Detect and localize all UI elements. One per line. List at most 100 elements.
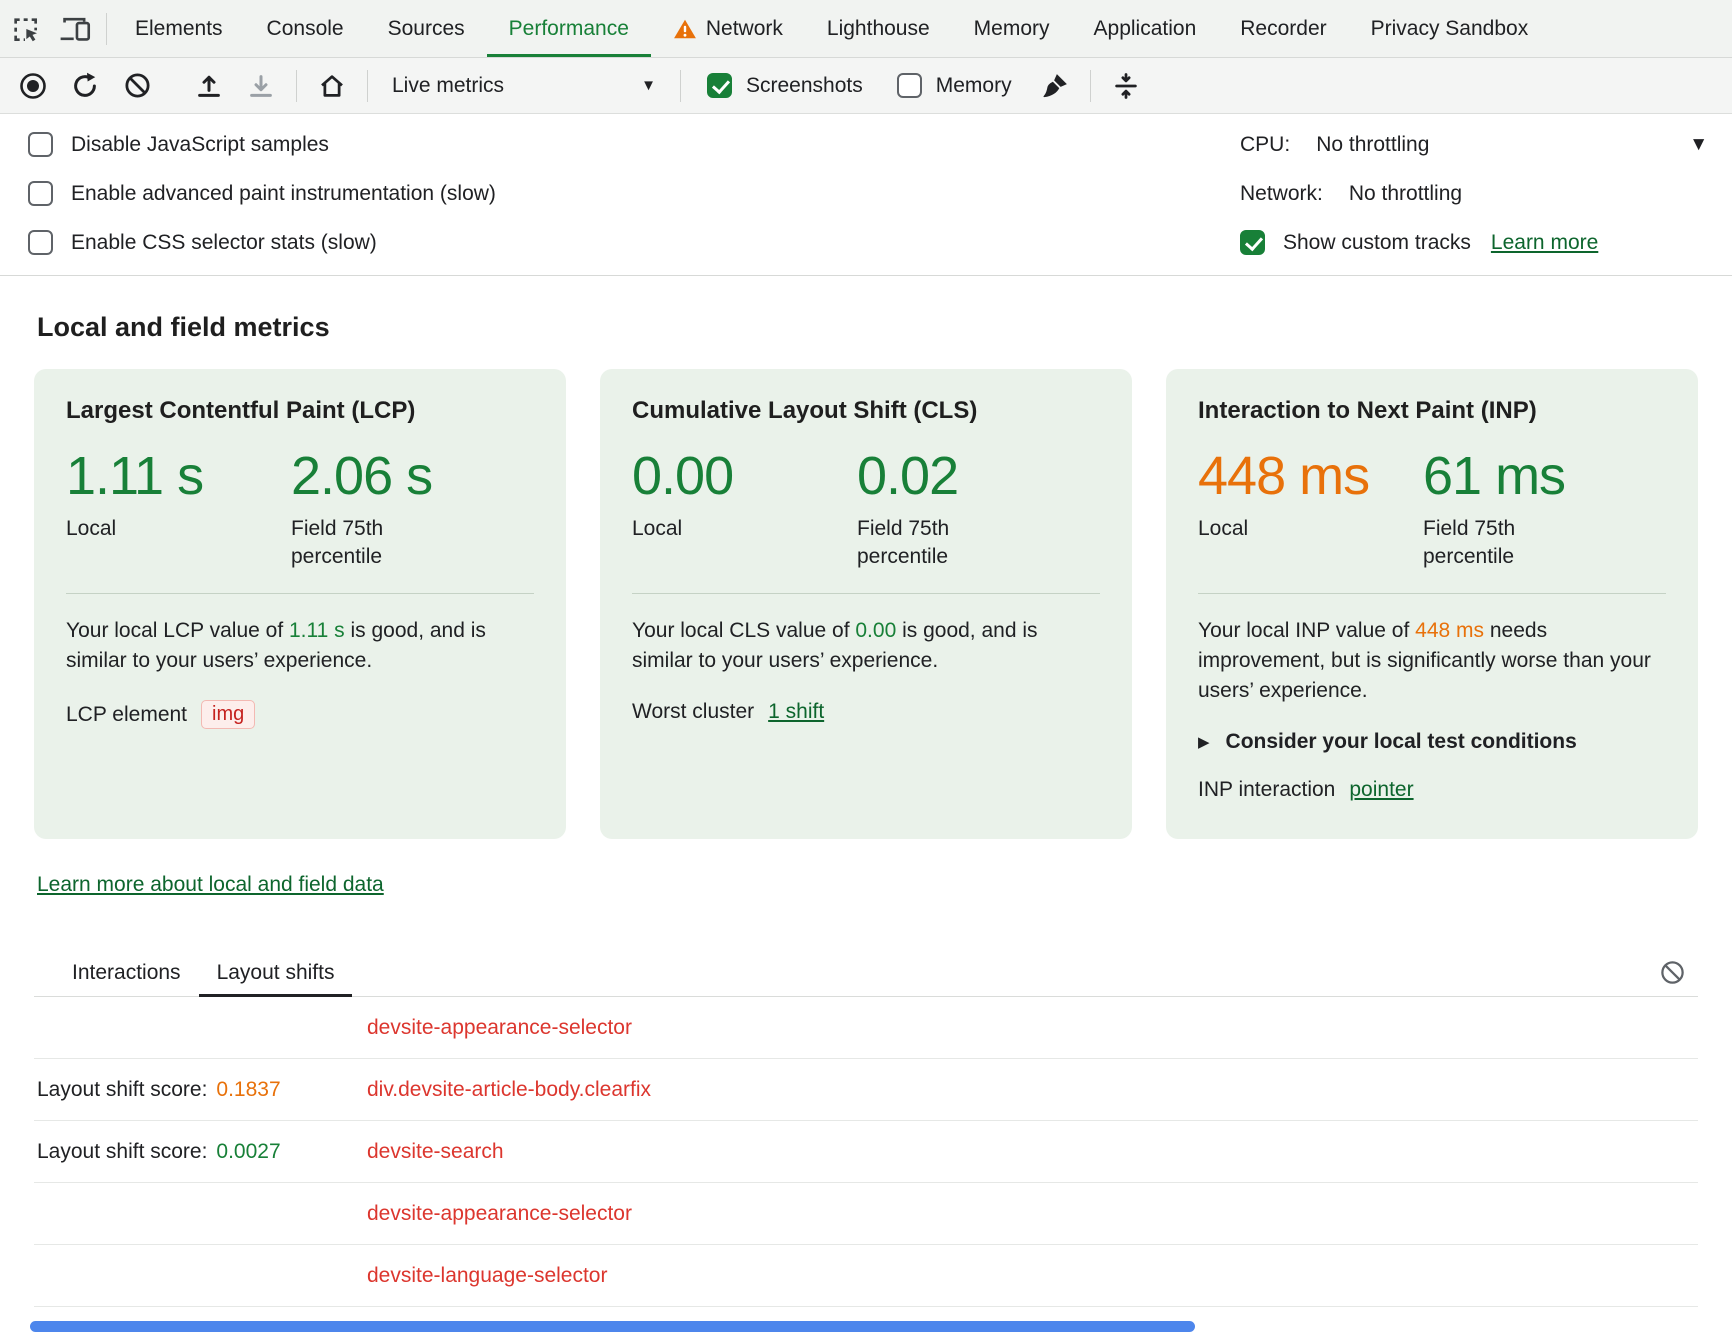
cls-field-label: Field 75th percentile — [857, 515, 1007, 571]
disable-js-samples-checkbox[interactable]: Disable JavaScript samples — [28, 120, 496, 169]
clear-icon — [123, 71, 152, 100]
device-toolbar-button[interactable] — [50, 0, 100, 57]
element-node-link[interactable]: div.devsite-article-body.clearfix — [367, 1078, 651, 1102]
inp-field-value: 61 ms — [1423, 445, 1573, 507]
record-button[interactable] — [10, 64, 56, 108]
score-value: 0.1837 — [216, 1078, 280, 1102]
consider-label: Consider your local test conditions — [1226, 730, 1577, 754]
element-node-link[interactable]: devsite-appearance-selector — [367, 1016, 632, 1040]
local-field-metrics-heading: Local and field metrics — [37, 312, 1695, 343]
custom-tracks-learn-more-link[interactable]: Learn more — [1491, 231, 1598, 255]
inp-values: 448 ms Local 61 ms Field 75th percentile — [1198, 445, 1666, 571]
tab-layout-shifts[interactable]: Layout shifts — [199, 949, 353, 996]
tab-performance[interactable]: Performance — [487, 0, 651, 57]
garbage-collect-button[interactable] — [1032, 64, 1078, 108]
metric-cards: Largest Contentful Paint (LCP) 1.11 s Lo… — [34, 369, 1698, 839]
tab-network[interactable]: Network — [651, 0, 805, 57]
record-and-reload-button[interactable] — [62, 64, 108, 108]
cls-values: 0.00 Local 0.02 Field 75th percentile — [632, 445, 1100, 571]
divider — [296, 70, 297, 102]
network-label: Network: — [1240, 182, 1323, 206]
tab-privacy-sandbox[interactable]: Privacy Sandbox — [1349, 0, 1551, 57]
chevron-down-icon: ▼ — [1689, 135, 1708, 154]
live-metrics-select[interactable]: Live metrics ▼ — [380, 64, 668, 108]
clear-button[interactable] — [114, 64, 160, 108]
inp-interaction-link[interactable]: pointer — [1349, 778, 1413, 802]
setting-label: Disable JavaScript samples — [71, 133, 329, 157]
layout-shift-row[interactable]: Layout shift score: 0.1837 div.devsite-a… — [34, 1059, 1698, 1121]
tab-elements[interactable]: Elements — [113, 0, 245, 57]
tab-label: Application — [1094, 17, 1197, 41]
home-icon — [317, 71, 347, 101]
inp-card: Interaction to Next Paint (INP) 448 ms L… — [1166, 369, 1698, 839]
cls-local-label: Local — [632, 515, 782, 543]
css-selector-stats-checkbox[interactable]: Enable CSS selector stats (slow) — [28, 218, 496, 267]
layout-shift-row[interactable]: devsite-appearance-selector — [34, 997, 1698, 1059]
tab-memory[interactable]: Memory — [952, 0, 1072, 57]
show-custom-tracks-row: Show custom tracks Learn more — [1240, 218, 1708, 267]
advanced-paint-instrumentation-checkbox[interactable]: Enable advanced paint instrumentation (s… — [28, 169, 496, 218]
devtools-tab-bar: Elements Console Sources Performance Net… — [0, 0, 1732, 58]
horizontal-scrollbar-thumb[interactable] — [30, 1321, 1195, 1332]
desc-text: Your local LCP value of — [66, 619, 289, 642]
element-node-link[interactable]: devsite-search — [367, 1140, 504, 1164]
score-cell: Layout shift score: 0.1837 — [34, 1078, 367, 1102]
cls-field-block: 0.02 Field 75th percentile — [857, 445, 1007, 571]
clear-log-button[interactable] — [1659, 959, 1686, 986]
memory-label: Memory — [936, 74, 1012, 98]
score-label: Layout shift score: — [37, 1078, 207, 1102]
tab-sources[interactable]: Sources — [366, 0, 487, 57]
show-custom-tracks-label: Show custom tracks — [1283, 231, 1471, 255]
gc-brush-icon — [1040, 71, 1070, 101]
tab-application[interactable]: Application — [1072, 0, 1219, 57]
tab-recorder[interactable]: Recorder — [1218, 0, 1348, 57]
inspect-icon — [9, 13, 41, 45]
tab-label: Interactions — [72, 961, 181, 985]
memory-checkbox[interactable]: Memory — [883, 73, 1026, 98]
layout-shift-row[interactable]: devsite-appearance-selector — [34, 1183, 1698, 1245]
panel-tabs: Elements Console Sources Performance Net… — [113, 0, 1550, 57]
screenshots-checkbox[interactable]: Screenshots — [693, 73, 877, 98]
tab-lighthouse[interactable]: Lighthouse — [805, 0, 952, 57]
load-profile-button[interactable] — [186, 64, 232, 108]
save-profile-button[interactable] — [238, 64, 284, 108]
cpu-throttling-select[interactable]: CPU: No throttling ▼ — [1240, 120, 1708, 169]
show-custom-tracks-checkbox[interactable]: Show custom tracks — [1240, 230, 1471, 255]
inspect-element-button[interactable] — [0, 0, 50, 57]
inp-local-label: Local — [1198, 515, 1348, 543]
score-value: 0.0027 — [216, 1140, 280, 1164]
checkbox-unchecked-icon — [28, 181, 53, 206]
inp-interaction-label: INP interaction — [1198, 778, 1335, 802]
element-node-link[interactable]: devsite-language-selector — [367, 1264, 607, 1288]
live-metrics-home-button[interactable] — [309, 64, 355, 108]
lcp-card-title: Largest Contentful Paint (LCP) — [66, 397, 534, 425]
layout-shift-row[interactable]: devsite-language-selector — [34, 1245, 1698, 1307]
tab-label: Network — [706, 17, 783, 41]
network-throttling-select[interactable]: Network: No throttling ▼ — [1240, 169, 1708, 218]
tab-label: Privacy Sandbox — [1371, 17, 1529, 41]
layout-shift-row[interactable]: Layout shift score: 0.0027 devsite-searc… — [34, 1121, 1698, 1183]
inp-interaction-row: INP interaction pointer — [1198, 778, 1666, 802]
cls-card-title: Cumulative Layout Shift (CLS) — [632, 397, 1100, 425]
divider — [1198, 593, 1666, 594]
learn-more-local-field-link[interactable]: Learn more about local and field data — [37, 873, 384, 897]
consider-local-conditions-disclosure[interactable]: ▶ Consider your local test conditions — [1198, 730, 1666, 754]
setting-label: Enable CSS selector stats (slow) — [71, 231, 377, 255]
worst-cluster-link[interactable]: 1 shift — [768, 700, 824, 724]
element-node-link[interactable]: devsite-appearance-selector — [367, 1202, 632, 1226]
divider — [106, 13, 107, 45]
lcp-local-value: 1.11 s — [66, 445, 291, 507]
divider — [66, 593, 534, 594]
fit-view-button[interactable] — [1103, 64, 1149, 108]
device-toolbar-icon — [58, 14, 92, 44]
tab-interactions[interactable]: Interactions — [54, 949, 199, 996]
lcp-element-node-link[interactable]: img — [201, 700, 255, 729]
cls-local-block: 0.00 Local — [632, 445, 857, 571]
lcp-field-value: 2.06 s — [291, 445, 441, 507]
cpu-value: No throttling — [1316, 133, 1429, 157]
upload-icon — [194, 71, 224, 101]
tab-console[interactable]: Console — [245, 0, 366, 57]
screenshots-label: Screenshots — [746, 74, 863, 98]
tab-label: Layout shifts — [217, 961, 335, 985]
lcp-element-row: LCP element img — [66, 700, 534, 729]
